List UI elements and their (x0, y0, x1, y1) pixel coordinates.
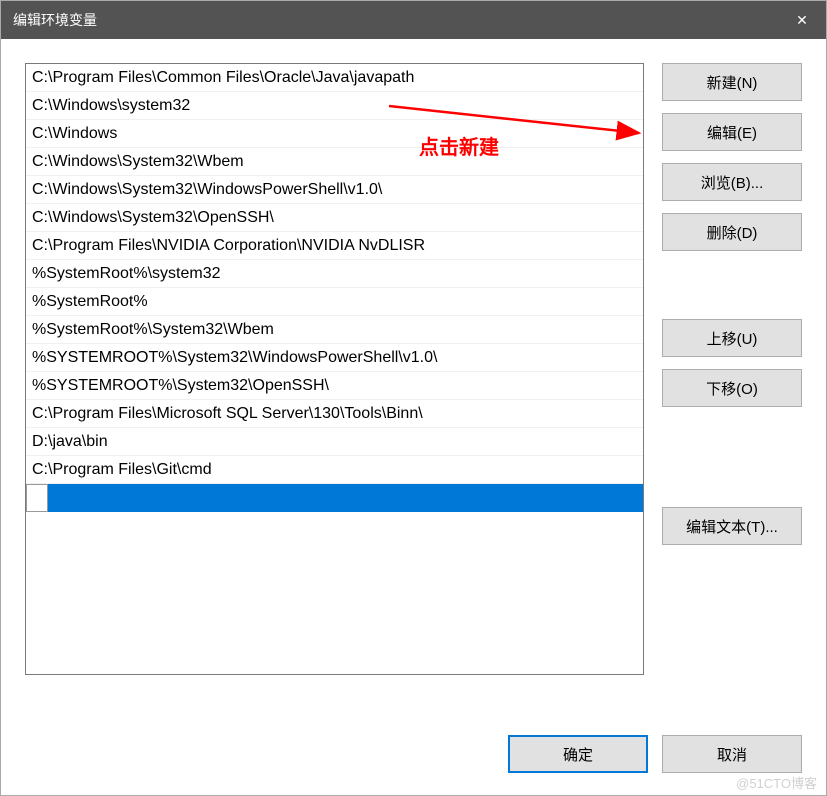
spacer (662, 263, 802, 307)
new-button[interactable]: 新建(N) (662, 63, 802, 101)
list-item[interactable]: C:\Program Files\Microsoft SQL Server\13… (26, 400, 643, 428)
dialog-content: 点击新建 C:\Program Files\Common Files\Oracl… (1, 39, 826, 719)
path-listbox[interactable]: C:\Program Files\Common Files\Oracle\Jav… (25, 63, 644, 675)
list-item[interactable]: %SystemRoot% (26, 288, 643, 316)
list-item[interactable]: %SYSTEMROOT%\System32\WindowsPowerShell\… (26, 344, 643, 372)
close-icon: ✕ (796, 12, 808, 29)
list-item[interactable]: C:\Windows\system32 (26, 92, 643, 120)
delete-button[interactable]: 删除(D) (662, 213, 802, 251)
titlebar: 编辑环境变量 ✕ (1, 1, 826, 39)
list-item[interactable]: %SystemRoot%\system32 (26, 260, 643, 288)
list-item[interactable]: C:\Windows\System32\OpenSSH\ (26, 204, 643, 232)
spacer (662, 419, 802, 495)
list-item[interactable]: %SYSTEMROOT%\System32\OpenSSH\ (26, 372, 643, 400)
movedown-button[interactable]: 下移(O) (662, 369, 802, 407)
cancel-button[interactable]: 取消 (662, 735, 802, 773)
edittext-button[interactable]: 编辑文本(T)... (662, 507, 802, 545)
list-item[interactable]: C:\Program Files\Git\cmd (26, 456, 643, 484)
dialog-footer: 确定 取消 (1, 719, 826, 795)
list-item[interactable]: C:\Windows\System32\Wbem (26, 148, 643, 176)
list-item[interactable]: C:\Program Files\Common Files\Oracle\Jav… (26, 64, 643, 92)
button-sidebar: 新建(N) 编辑(E) 浏览(B)... 删除(D) 上移(U) 下移(O) 编… (662, 63, 802, 695)
edit-env-var-dialog: 编辑环境变量 ✕ 点击新建 C:\Program Files\Common Fi… (0, 0, 827, 796)
browse-button[interactable]: 浏览(B)... (662, 163, 802, 201)
ok-button[interactable]: 确定 (508, 735, 648, 773)
list-item[interactable]: C:\Windows\System32\WindowsPowerShell\v1… (26, 176, 643, 204)
edit-button[interactable]: 编辑(E) (662, 113, 802, 151)
moveup-button[interactable]: 上移(U) (662, 319, 802, 357)
list-item[interactable]: %SystemRoot%\System32\Wbem (26, 316, 643, 344)
edit-indicator (26, 484, 48, 512)
list-item[interactable]: C:\Windows (26, 120, 643, 148)
new-path-input[interactable] (48, 484, 643, 512)
list-item[interactable]: D:\java\bin (26, 428, 643, 456)
dialog-title: 编辑环境变量 (13, 10, 97, 30)
list-item[interactable]: C:\Program Files\NVIDIA Corporation\NVID… (26, 232, 643, 260)
list-item-editing[interactable] (26, 484, 643, 512)
close-button[interactable]: ✕ (778, 1, 826, 39)
